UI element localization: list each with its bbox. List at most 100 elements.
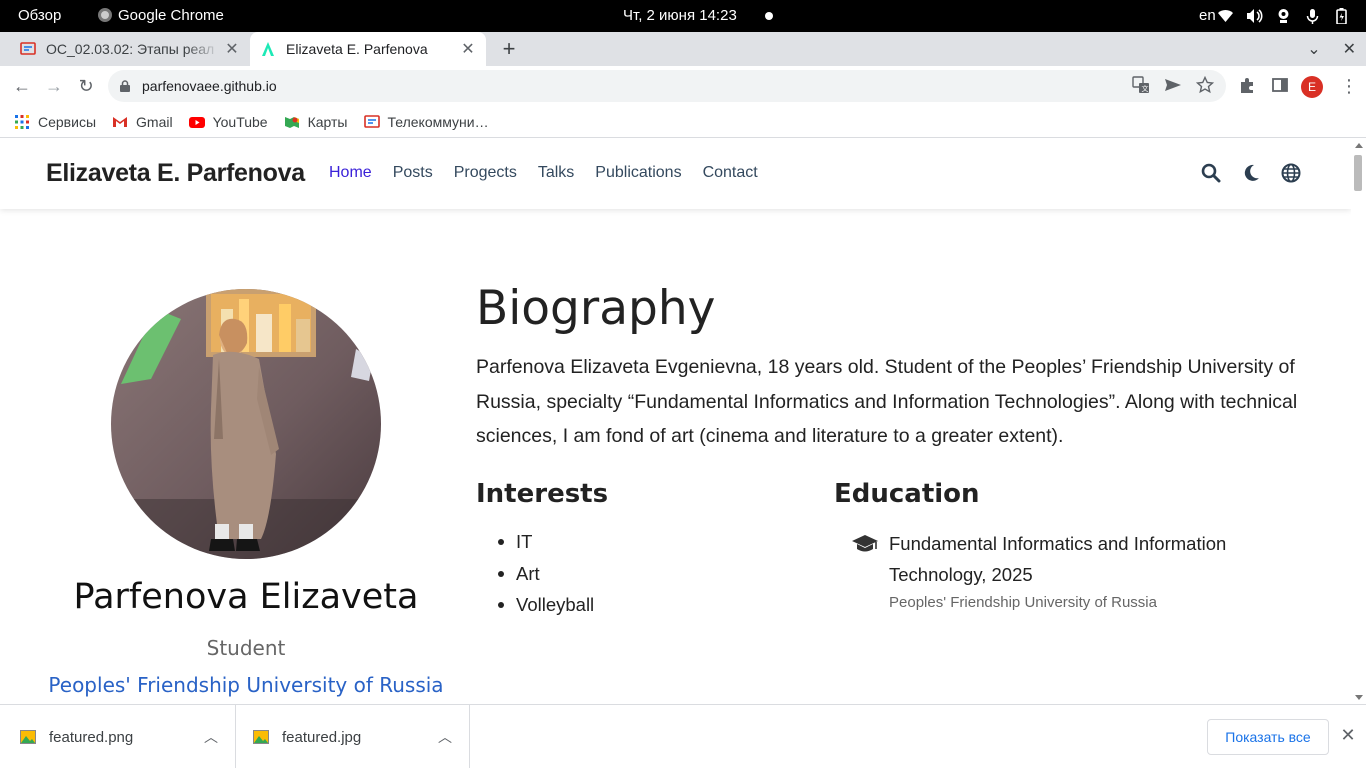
tab-parfenova-site[interactable]: Elizaveta E. Parfenova ✕ xyxy=(250,32,486,66)
education-institution: Peoples' Friendship University of Russia xyxy=(889,594,1157,611)
forward-arrow-icon[interactable]: → xyxy=(42,74,66,98)
profile-name: Parfenova Elizaveta xyxy=(73,577,419,617)
scroll-thumb[interactable] xyxy=(1354,155,1362,191)
app-menu[interactable]: Google Chrome xyxy=(98,0,224,32)
dark-mode-moon-icon[interactable] xyxy=(1241,163,1261,183)
apps-grid-icon xyxy=(14,114,30,130)
svg-text:文: 文 xyxy=(1142,84,1149,93)
interest-item: IT xyxy=(476,526,594,558)
graduation-cap-icon xyxy=(851,534,879,554)
nav-publications[interactable]: Publications xyxy=(595,139,681,207)
extensions-puzzle-icon[interactable] xyxy=(1239,76,1257,96)
nav-talks[interactable]: Talks xyxy=(538,139,574,207)
bookmark-telecom[interactable]: Телекоммуни… xyxy=(363,113,489,130)
education-course: Fundamental Informatics and Information … xyxy=(889,533,1227,585)
bookmark-label: Телекоммуни… xyxy=(387,113,489,130)
new-tab-button[interactable]: + xyxy=(497,32,521,66)
activities-button[interactable]: Обзор xyxy=(18,0,61,32)
close-tab-icon[interactable]: ✕ xyxy=(220,39,244,59)
scroll-down-arrow-icon[interactable] xyxy=(1355,695,1363,700)
lock-icon[interactable] xyxy=(120,79,130,92)
bookmark-label: Карты xyxy=(307,113,348,130)
youtube-icon xyxy=(188,114,205,130)
gmail-icon xyxy=(112,114,128,130)
keyboard-layout[interactable]: en xyxy=(1199,0,1216,32)
side-panel-icon[interactable] xyxy=(1271,76,1289,96)
bookmark-star-icon[interactable] xyxy=(1195,75,1215,96)
tab-title: ОС_02.03.02: Этапы реал xyxy=(46,41,215,57)
system-top-bar: Обзор Google Chrome Чт, 2 июня 14:23 en xyxy=(0,0,1366,32)
download-filename: featured.jpg xyxy=(282,728,362,746)
maps-icon xyxy=(284,114,300,130)
interest-item: Art xyxy=(476,558,594,590)
profile-organization-link[interactable]: Peoples' Friendship University of Russia xyxy=(46,671,446,699)
tab-strip-controls: ⌄ ✕ xyxy=(1307,32,1356,66)
interest-item: Volleyball xyxy=(476,589,594,621)
profile-photo xyxy=(111,289,381,559)
nav-contact[interactable]: Contact xyxy=(703,139,758,207)
telecom-icon xyxy=(363,114,380,130)
reload-icon[interactable]: ↻ xyxy=(74,74,98,98)
close-tab-icon[interactable]: ✕ xyxy=(456,39,480,59)
bookmark-label: Gmail xyxy=(136,113,173,130)
site-brand[interactable]: Elizaveta E. Parfenova xyxy=(46,139,305,207)
interests-list: IT Art Volleyball xyxy=(476,526,594,621)
chrome-icon xyxy=(98,8,112,22)
wifi-icon xyxy=(1217,8,1234,24)
back-arrow-icon[interactable]: ← xyxy=(10,74,34,98)
chrome-menu-icon[interactable]: ⋮ xyxy=(1340,74,1358,98)
bookmark-youtube[interactable]: YouTube xyxy=(188,113,268,130)
notification-dot xyxy=(765,12,773,20)
bookmark-services[interactable]: Сервисы xyxy=(14,114,96,130)
close-shelf-icon[interactable]: ✕ xyxy=(1338,725,1358,749)
toolbar: ← → ↻ parfenovaee.github.io 文 E ⋮ xyxy=(0,66,1366,106)
nav-posts[interactable]: Posts xyxy=(393,139,433,207)
profile-role: Student xyxy=(206,636,286,660)
bookmarks-bar: Сервисы Gmail YouTube Карты Телекоммуни… xyxy=(0,106,1366,138)
education-heading: Education xyxy=(834,479,980,509)
biography-heading: Biography xyxy=(476,281,716,336)
page-scrollbar[interactable] xyxy=(1351,139,1366,704)
tab-favicon-icon xyxy=(20,41,36,57)
chevron-up-icon[interactable]: ︿ xyxy=(201,727,221,747)
battery-icon xyxy=(1333,8,1350,25)
site-menu: Home Posts Progects Talks Publications C… xyxy=(329,139,758,207)
system-tray[interactable] xyxy=(1217,8,1350,25)
page-viewport: Elizaveta E. Parfenova Home Posts Progec… xyxy=(0,139,1351,704)
image-file-icon xyxy=(253,730,269,744)
biography-text: Parfenova Elizaveta Evgenievna, 18 years… xyxy=(476,356,1298,447)
bookmark-label: YouTube xyxy=(212,113,268,130)
show-all-downloads-button[interactable]: Показать все xyxy=(1207,719,1329,755)
download-filename: featured.png xyxy=(49,728,134,746)
webcam-icon xyxy=(1275,8,1292,24)
tab-title: Elizaveta E. Parfenova xyxy=(286,41,428,57)
profile-avatar[interactable]: E xyxy=(1301,76,1323,98)
send-icon[interactable] xyxy=(1164,76,1182,96)
nav-home[interactable]: Home xyxy=(329,139,372,207)
address-bar[interactable]: parfenovaee.github.io 文 xyxy=(108,70,1226,102)
clock[interactable]: Чт, 2 июня 14:23 xyxy=(623,0,737,32)
nav-projects[interactable]: Progects xyxy=(454,139,517,207)
microphone-icon xyxy=(1304,8,1321,24)
bookmark-maps[interactable]: Карты xyxy=(284,114,348,130)
window-close-icon[interactable]: ✕ xyxy=(1343,39,1356,59)
bookmark-gmail[interactable]: Gmail xyxy=(112,114,173,130)
app-name: Google Chrome xyxy=(118,7,224,24)
navbar-icons xyxy=(1201,163,1301,183)
tab-search-chevron-icon[interactable]: ⌄ xyxy=(1307,39,1320,59)
scroll-up-arrow-icon[interactable] xyxy=(1355,143,1363,148)
search-icon[interactable] xyxy=(1201,163,1221,183)
translate-icon[interactable]: 文 xyxy=(1132,76,1150,96)
tab-strip: ОС_02.03.02: Этапы реал ✕ Elizaveta E. P… xyxy=(0,32,1366,66)
site-navbar: Elizaveta E. Parfenova Home Posts Progec… xyxy=(0,139,1351,209)
language-globe-icon[interactable] xyxy=(1281,163,1301,183)
interests-heading: Interests xyxy=(476,479,609,509)
download-item[interactable]: featured.jpg ︿ xyxy=(236,705,470,768)
image-file-icon xyxy=(20,730,36,744)
url-text: parfenovaee.github.io xyxy=(142,78,277,94)
download-shelf: featured.png ︿ featured.jpg ︿ Показать в… xyxy=(0,704,1366,768)
tab-os-stages[interactable]: ОС_02.03.02: Этапы реал ✕ xyxy=(8,32,250,66)
download-item[interactable]: featured.png ︿ xyxy=(0,705,236,768)
chevron-up-icon[interactable]: ︿ xyxy=(435,727,455,747)
academic-favicon-icon xyxy=(260,41,276,57)
